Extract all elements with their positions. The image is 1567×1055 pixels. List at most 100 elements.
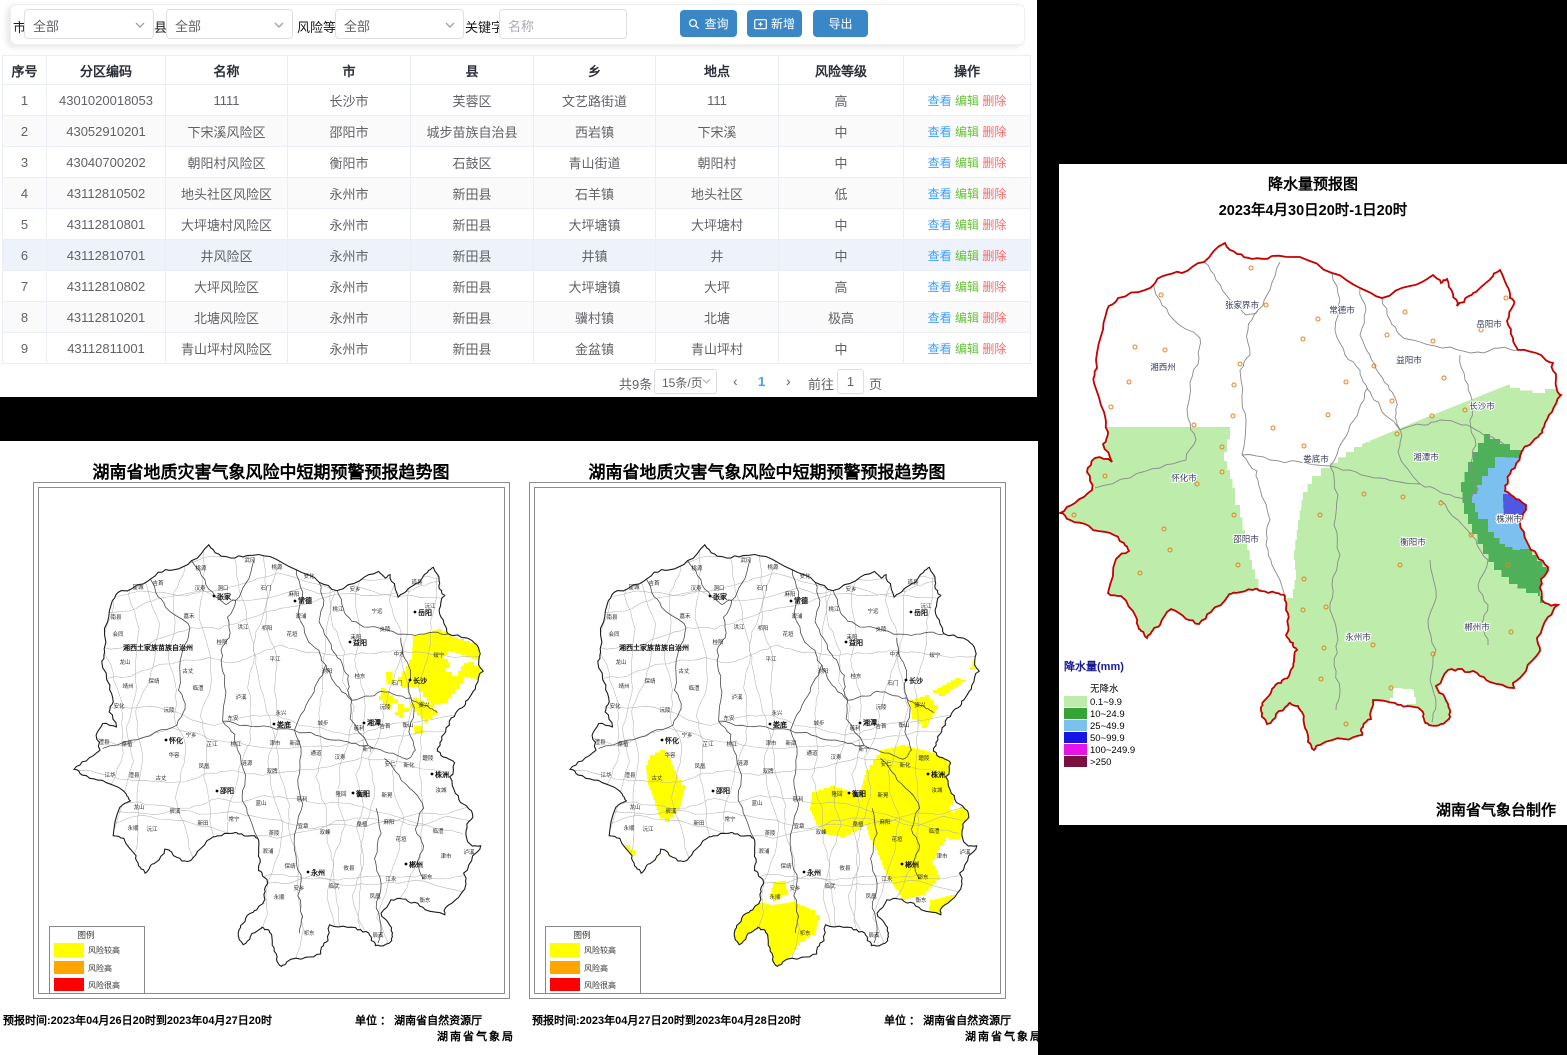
svg-text:双峰: 双峰 xyxy=(815,828,827,836)
svg-text:临武: 临武 xyxy=(824,882,836,890)
svg-text:汉寿: 汉寿 xyxy=(830,753,842,761)
svg-text:湘西土家族苗族自治州: 湘西土家族苗族自治州 xyxy=(619,643,689,652)
svg-text:娄底市: 娄底市 xyxy=(1303,454,1329,464)
svg-text:桃江: 桃江 xyxy=(828,605,840,613)
svg-text:双峰: 双峰 xyxy=(319,828,331,836)
svg-text:桃江: 桃江 xyxy=(726,740,738,748)
svg-text:津市: 津市 xyxy=(765,739,777,747)
svg-text:醴陵: 醴陵 xyxy=(918,754,930,762)
svg-text:长沙: 长沙 xyxy=(413,676,427,685)
svg-text:衡山: 衡山 xyxy=(402,721,413,729)
svg-text:沅陵: 沅陵 xyxy=(379,703,391,711)
svg-text:临武: 临武 xyxy=(328,882,340,890)
svg-text:龙山: 龙山 xyxy=(133,803,144,811)
svg-text:沅江: 沅江 xyxy=(424,602,436,610)
svg-text:花垣: 花垣 xyxy=(395,835,407,843)
svg-text:平江: 平江 xyxy=(269,656,281,663)
svg-text:慈利: 慈利 xyxy=(353,724,364,732)
svg-text:桑植: 桑植 xyxy=(121,740,133,748)
svg-text:慈利: 慈利 xyxy=(849,724,860,732)
svg-text:靖州: 靖州 xyxy=(618,682,629,690)
svg-text:保靖: 保靖 xyxy=(780,862,792,870)
svg-text:常德: 常德 xyxy=(794,596,808,605)
svg-text:预报时间:2023年04月27日20时到2023年04月28: 预报时间:2023年04月27日20时到2023年04月28日20时 xyxy=(532,1013,801,1027)
svg-text:桂东: 桂东 xyxy=(354,672,366,680)
svg-text:江永: 江永 xyxy=(881,875,893,883)
svg-text:吉首: 吉首 xyxy=(152,579,164,587)
svg-text:芷江: 芷江 xyxy=(206,740,218,748)
svg-text:25~49.9: 25~49.9 xyxy=(1090,721,1125,732)
svg-text:城步: 城步 xyxy=(317,720,329,727)
svg-text:保靖: 保靖 xyxy=(644,677,656,685)
svg-text:益阳市: 益阳市 xyxy=(1396,355,1422,365)
svg-text:单位 ： 湖南省自然资源厅: 单位 ： 湖南省自然资源厅 xyxy=(884,1013,1011,1027)
svg-text:张家: 张家 xyxy=(217,592,232,601)
svg-text:邵东: 邵东 xyxy=(421,873,433,881)
svg-text:泸溪: 泸溪 xyxy=(235,693,247,701)
svg-text:江永: 江永 xyxy=(385,875,397,883)
svg-text:降水量预报图: 降水量预报图 xyxy=(1268,175,1358,193)
svg-text:桂阳: 桂阳 xyxy=(216,638,227,646)
svg-text:炎陵: 炎陵 xyxy=(875,625,887,633)
svg-text:株洲: 株洲 xyxy=(435,770,449,779)
svg-text:凤凰: 凤凰 xyxy=(694,763,706,770)
svg-text:娄底: 娄底 xyxy=(772,720,787,729)
svg-text:吉首: 吉首 xyxy=(379,722,391,730)
svg-text:桑植: 桑植 xyxy=(617,740,629,748)
svg-text:永州: 永州 xyxy=(806,868,821,877)
svg-text:100~249.9: 100~249.9 xyxy=(1090,745,1135,756)
svg-text:湖南省气象局: 湖南省气象局 xyxy=(437,1029,515,1043)
svg-text:辰溪: 辰溪 xyxy=(665,807,677,815)
svg-text:>250: >250 xyxy=(1090,757,1111,768)
svg-text:凤凰: 凤凰 xyxy=(198,763,210,770)
svg-text:湖南省地质灾害气象风险中短期预警预报趋势图: 湖南省地质灾害气象风险中短期预警预报趋势图 xyxy=(93,462,450,482)
svg-text:洪江: 洪江 xyxy=(733,623,745,631)
svg-text:0.1~9.9: 0.1~9.9 xyxy=(1090,697,1122,708)
svg-text:湘潭: 湘潭 xyxy=(863,718,877,727)
svg-text:蓝山: 蓝山 xyxy=(751,799,762,807)
svg-text:慈利: 慈利 xyxy=(296,795,307,803)
svg-text:武冈: 武冈 xyxy=(244,556,255,564)
svg-text:常德市: 常德市 xyxy=(1329,305,1355,315)
svg-text:2023年4月30日20时-1日20时: 2023年4月30日20时-1日20时 xyxy=(1219,201,1408,219)
svg-text:石门: 石门 xyxy=(887,679,898,687)
svg-text:龙山: 龙山 xyxy=(119,658,130,666)
svg-text:泸溪: 泸溪 xyxy=(731,693,743,701)
svg-text:龙山: 龙山 xyxy=(629,803,640,811)
svg-text:绥宁: 绥宁 xyxy=(433,651,445,659)
svg-text:新晃: 新晃 xyxy=(877,791,889,799)
svg-text:风险高: 风险高 xyxy=(584,963,608,973)
svg-text:衡阳市: 衡阳市 xyxy=(1400,537,1426,547)
svg-text:图例: 图例 xyxy=(77,930,94,940)
svg-text:浏阳: 浏阳 xyxy=(321,667,332,675)
svg-text:桃源: 桃源 xyxy=(691,564,703,572)
svg-text:永州市: 永州市 xyxy=(1345,632,1371,642)
svg-text:隆回: 隆回 xyxy=(335,790,347,798)
svg-text:汝城: 汝城 xyxy=(931,786,943,794)
svg-text:常宁: 常宁 xyxy=(724,815,736,823)
svg-text:洞口: 洞口 xyxy=(217,584,228,592)
svg-text:安化: 安化 xyxy=(113,702,125,710)
svg-text:衡阳: 衡阳 xyxy=(851,789,866,798)
svg-text:芷江: 芷江 xyxy=(702,740,714,748)
svg-text:溆浦: 溆浦 xyxy=(758,847,770,855)
svg-text:花垣: 花垣 xyxy=(891,835,903,843)
svg-text:张家: 张家 xyxy=(713,592,728,601)
svg-text:湘西土家族苗族自治州: 湘西土家族苗族自治州 xyxy=(123,643,193,652)
svg-text:益阳: 益阳 xyxy=(353,638,367,647)
svg-text:资兴: 资兴 xyxy=(418,701,430,709)
svg-text:长沙市: 长沙市 xyxy=(1469,401,1495,411)
svg-text:衡山: 衡山 xyxy=(898,721,909,729)
svg-text:汉寿: 汉寿 xyxy=(334,753,346,761)
svg-text:邵阳市: 邵阳市 xyxy=(1233,534,1259,544)
svg-text:洪江: 洪江 xyxy=(237,623,249,631)
svg-text:古丈: 古丈 xyxy=(155,774,167,782)
svg-text:风险很高: 风险很高 xyxy=(584,980,616,990)
svg-text:郴州: 郴州 xyxy=(409,860,423,869)
svg-text:永顺: 永顺 xyxy=(127,824,139,832)
svg-text:桂阳: 桂阳 xyxy=(712,638,723,646)
svg-text:会同: 会同 xyxy=(608,630,620,638)
svg-text:桃江: 桃江 xyxy=(332,605,344,613)
svg-text:通道: 通道 xyxy=(310,749,322,757)
svg-text:沅陵: 沅陵 xyxy=(875,703,887,711)
